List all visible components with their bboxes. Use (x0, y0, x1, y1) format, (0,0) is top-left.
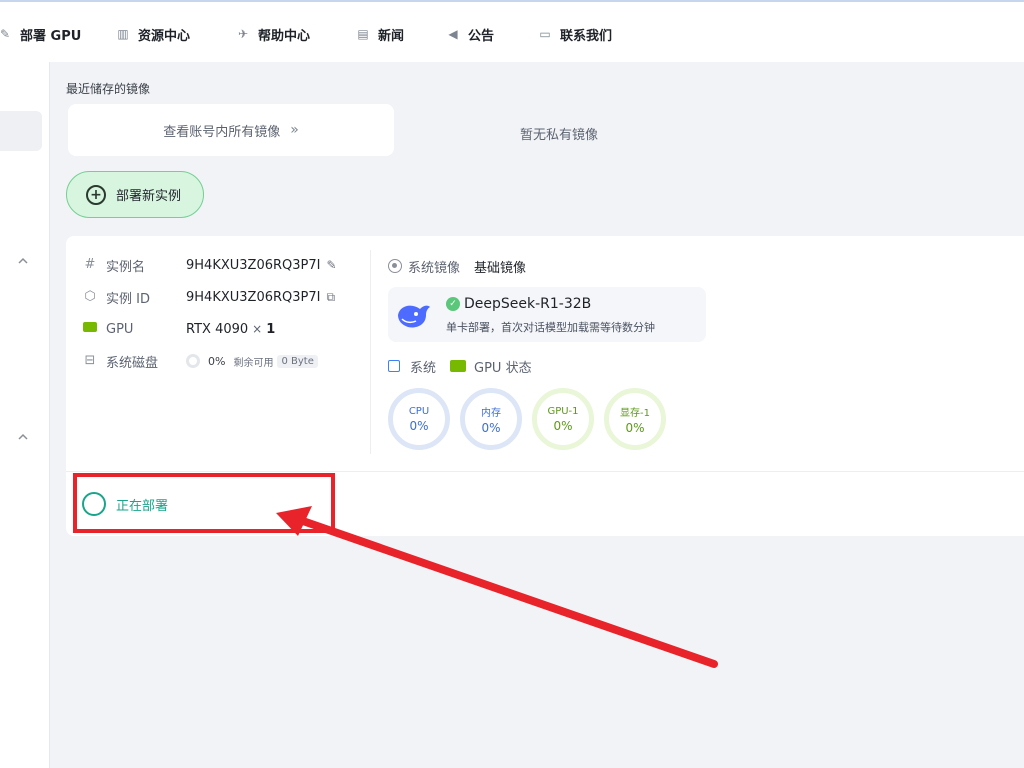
gpu-gauge: GPU-1 0% (532, 388, 594, 450)
disk-usage-ring (186, 354, 200, 368)
disk-row: ⊟ 系统磁盘 0% 剩余可用 0 Byte (82, 351, 318, 371)
disk-remaining-label: 剩余可用 (233, 357, 274, 369)
gpu-times: × (252, 322, 263, 336)
system-image-label: 系统镜像 (408, 260, 461, 276)
gauge-label: CPU (408, 405, 430, 417)
nav-label: 新闻 (378, 28, 405, 44)
disk-remaining-value: 0 Byte (277, 354, 318, 368)
chevron-up-icon[interactable] (16, 254, 30, 268)
instance-id-label: 实例 ID (106, 291, 150, 307)
gauge-value: 0% (625, 420, 645, 435)
gauge-label: 显存-1 (620, 407, 650, 419)
gpu-status-label: GPU 状态 (474, 360, 532, 376)
card-divider (370, 250, 371, 454)
instance-id-row: ⬡ 实例 ID 9H4KXU3Z06RQ3P7I ⧉ (82, 287, 335, 307)
instance-name-row: # 实例名 9H4KXU3Z06RQ3P7I ✎ (82, 255, 337, 275)
target-icon (388, 259, 402, 273)
nav-label: 公告 (468, 28, 495, 44)
nav-label: 帮助中心 (258, 28, 311, 44)
left-sidebar (0, 62, 50, 768)
cube-icon: ⬡ (84, 289, 96, 304)
nav-label: 部署 GPU (20, 28, 82, 44)
nav-label: 资源中心 (138, 28, 191, 44)
gpu-count: 1 (266, 321, 276, 337)
disk-label: 系统磁盘 (106, 355, 159, 371)
gpu-model: RTX 4090 (186, 321, 249, 337)
recent-images-label: 最近储存的镜像 (66, 82, 151, 96)
card-footer-divider (66, 471, 1024, 472)
vram-gauge: 显存-1 0% (604, 388, 666, 450)
top-nav-bar: ✎ 部署 GPU ▥ 资源中心 ✈ 帮助中心 ▤ 新闻 ◀ 公告 ▭ 联系我们 (0, 0, 1024, 62)
nav-resource-center[interactable]: ▥ 资源中心 (116, 24, 190, 44)
annotation-highlight-box (73, 473, 335, 533)
system-image-value: 基础镜像 (474, 260, 527, 276)
sidebar-active-item[interactable] (0, 111, 42, 151)
deepseek-whale-icon (398, 305, 430, 328)
instance-name-value: 9H4KXU3Z06RQ3P7I (186, 257, 321, 273)
help-icon: ✈ (237, 27, 249, 41)
plus-circle-icon: + (86, 184, 106, 205)
model-description: 单卡部署，首次对话模型加载需等待数分钟 (446, 321, 655, 334)
gauge-label: GPU-1 (547, 405, 579, 417)
hash-icon: # (84, 257, 96, 272)
deploy-new-instance-button[interactable]: + 部署新实例 (66, 171, 204, 218)
cpu-gauge: CPU 0% (388, 388, 450, 450)
instance-id-value: 9H4KXU3Z06RQ3P7I (186, 289, 321, 305)
status-header: 系统 GPU 状态 (388, 356, 532, 376)
gauge-label: 内存 (481, 407, 501, 419)
instance-name-label: 实例名 (106, 259, 146, 275)
nav-help-center[interactable]: ✈ 帮助中心 (236, 24, 310, 44)
cpu-chip-icon (388, 360, 400, 372)
nav-news[interactable]: ▤ 新闻 (356, 24, 404, 44)
megaphone-icon: ◀ (448, 27, 458, 41)
nvidia-icon (82, 321, 98, 337)
disk-percent: 0% (208, 354, 226, 368)
nav-label: 联系我们 (560, 28, 613, 44)
gauge-value: 0% (481, 420, 501, 435)
view-all-images-button[interactable]: 查看账号内所有镜像 » (68, 104, 394, 156)
verified-check-icon: ✓ (446, 297, 460, 311)
model-card[interactable]: ✓ DeepSeek-R1-32B 单卡部署，首次对话模型加载需等待数分钟 (388, 287, 706, 342)
gpu-label: GPU (106, 321, 134, 337)
double-chevron-right-icon: » (290, 122, 299, 138)
nvidia-icon (450, 360, 467, 372)
view-all-label: 查看账号内所有镜像 (163, 124, 281, 140)
deploy-button-label: 部署新实例 (116, 189, 182, 204)
disk-icon: ⊟ (84, 353, 96, 368)
system-status-label: 系统 (410, 360, 437, 376)
system-image-row: 系统镜像 基础镜像 (388, 256, 526, 276)
nav-announcement[interactable]: ◀ 公告 (446, 24, 494, 44)
no-private-images-text: 暂无私有镜像 (520, 128, 599, 143)
chevron-up-icon[interactable] (16, 430, 30, 444)
edit-icon[interactable]: ✎ (326, 258, 336, 272)
model-name: ✓ DeepSeek-R1-32B (446, 296, 591, 312)
chat-icon: ▭ (539, 27, 551, 41)
news-icon: ▤ (357, 27, 369, 41)
nav-deploy-gpu[interactable]: ✎ 部署 GPU (0, 24, 81, 44)
memory-gauge: 内存 0% (460, 388, 522, 450)
books-icon: ▥ (117, 27, 129, 41)
model-name-text: DeepSeek-R1-32B (464, 296, 592, 312)
gauge-value: 0% (409, 418, 429, 433)
deploy-gpu-icon: ✎ (0, 27, 11, 41)
copy-icon[interactable]: ⧉ (326, 290, 335, 305)
nav-contact-us[interactable]: ▭ 联系我们 (538, 24, 612, 44)
gauge-value: 0% (553, 418, 573, 433)
gpu-row: GPU RTX 4090 × 1 (82, 319, 275, 339)
